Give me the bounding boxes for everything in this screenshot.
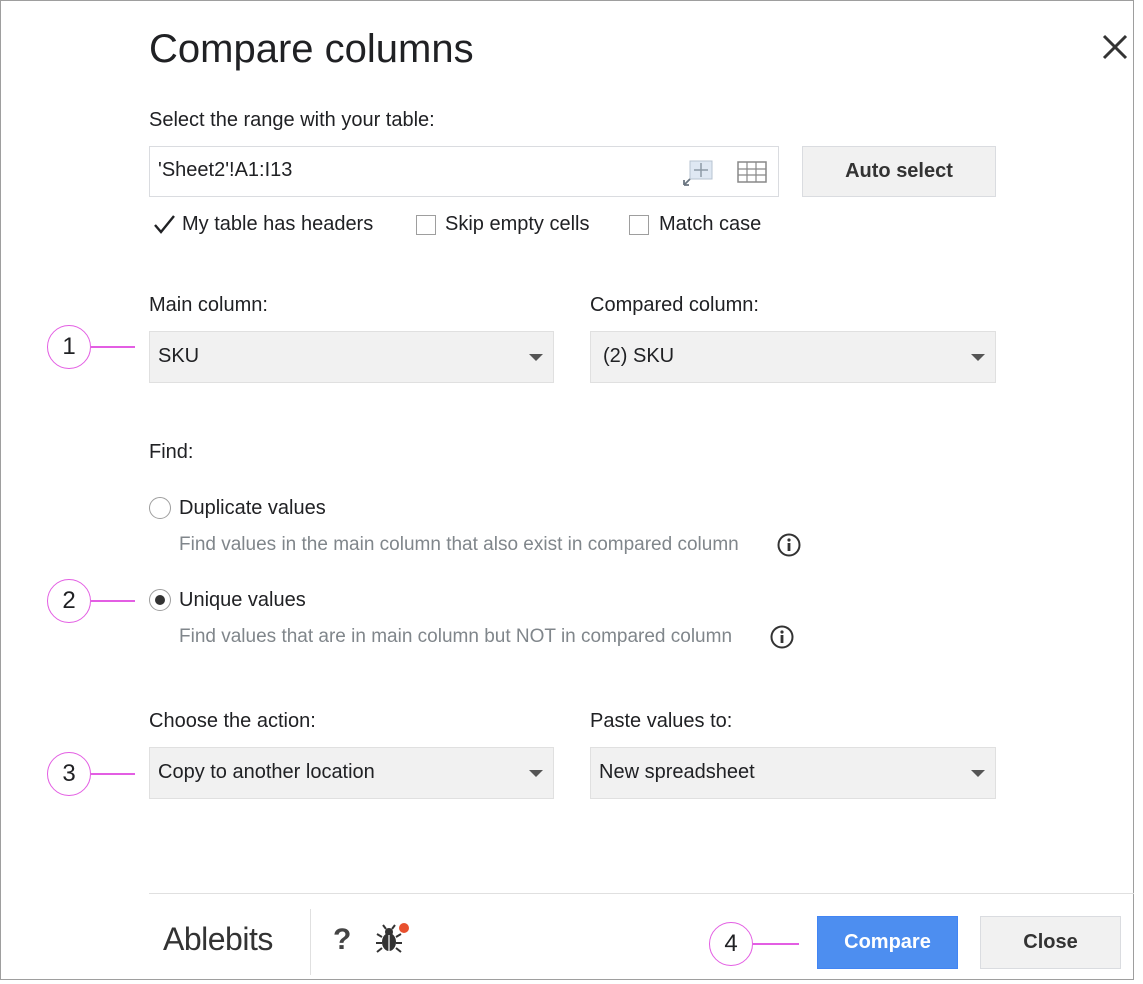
find-label: Find: [149,441,194,463]
main-column-label: Main column: [149,294,268,316]
range-input[interactable]: 'Sheet2'!A1:I13 [149,146,779,197]
paste-select[interactable]: New spreadsheet [590,747,996,799]
help-icon[interactable]: ? [333,923,351,957]
bug-icon[interactable] [373,921,411,962]
main-column-value: SKU [158,345,200,367]
skip-empty-checkbox[interactable] [416,215,436,235]
info-icon[interactable] [777,533,801,557]
action-value: Copy to another location [158,761,375,783]
dropdown-caret-icon [971,770,985,777]
dialog-title: Compare columns [149,27,474,71]
match-case-checkbox[interactable] [629,215,649,235]
callout-4: 4 [709,922,753,966]
match-case-label: Match case [659,213,762,235]
callout-4-line [753,943,799,945]
ablebits-logo: Ablebits [163,921,273,957]
duplicate-description: Find values in the main column that also… [179,534,739,555]
paste-label: Paste values to: [590,710,733,732]
info-icon[interactable] [770,625,794,649]
callout-2-line [91,600,135,602]
callout-3: 3 [47,752,91,796]
dialog: Compare columns Select the range with yo… [0,0,1134,980]
skip-empty-label: Skip empty cells [445,213,590,235]
close-icon[interactable] [1099,31,1131,63]
action-label: Choose the action: [149,710,316,732]
compared-column-value: (2) SKU [603,345,675,367]
compare-button[interactable]: Compare [817,916,958,969]
compared-column-label: Compared column: [590,294,759,316]
compared-column-select[interactable]: (2) SKU [590,331,996,383]
unique-description: Find values that are in main column but … [179,626,733,647]
checkmark-icon [154,215,175,234]
close-button[interactable]: Close [980,916,1121,969]
callout-1-line [91,346,135,348]
callout-1: 1 [47,325,91,369]
duplicate-label: Duplicate values [179,497,326,519]
headers-checkbox[interactable] [153,214,175,236]
callout-2: 2 [47,579,91,623]
footer-divider [149,893,1134,894]
range-label: Select the range with your table: [149,109,435,131]
headers-label: My table has headers [182,213,374,235]
range-value: 'Sheet2'!A1:I13 [158,159,293,181]
unique-radio[interactable] [149,589,171,611]
dropdown-caret-icon [529,770,543,777]
table-grid-icon[interactable] [736,159,768,190]
dropdown-caret-icon [971,354,985,361]
duplicate-radio[interactable] [149,497,171,519]
paste-value: New spreadsheet [599,761,755,783]
main-column-select[interactable]: SKU [149,331,554,383]
footer-vertical-divider [310,909,311,975]
unique-label: Unique values [179,589,306,611]
dropdown-caret-icon [529,354,543,361]
auto-select-button[interactable]: Auto select [802,146,996,197]
range-select-icon[interactable] [682,157,716,192]
action-select[interactable]: Copy to another location [149,747,554,799]
callout-3-line [91,773,135,775]
